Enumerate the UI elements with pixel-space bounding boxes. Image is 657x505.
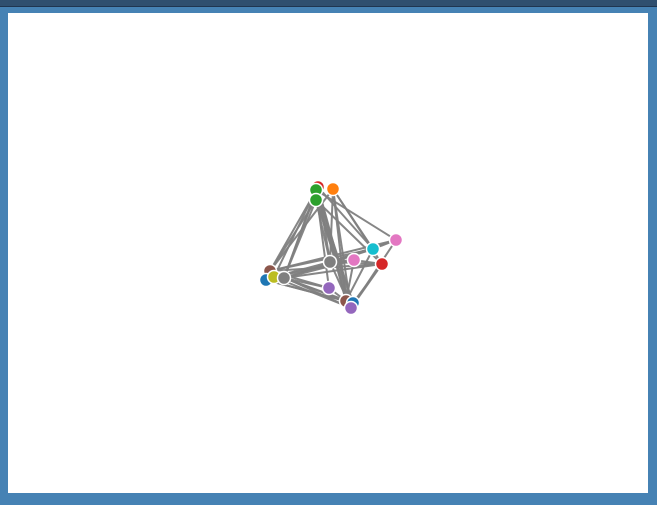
network-graph[interactable] [8, 13, 648, 493]
window-frame [0, 0, 657, 505]
graph-node[interactable] [365, 241, 381, 257]
graph-node[interactable] [276, 270, 292, 286]
graph-node[interactable] [343, 300, 359, 316]
graph-edge [269, 199, 317, 272]
graph-node[interactable] [325, 181, 341, 197]
window-top-bar [0, 0, 657, 7]
graph-edge [352, 263, 383, 304]
graph-node[interactable] [388, 232, 404, 248]
graph-node[interactable] [346, 252, 362, 268]
graph-node[interactable] [308, 192, 324, 208]
graph-node[interactable] [374, 256, 390, 272]
graph-canvas[interactable] [8, 13, 648, 493]
graph-node[interactable] [321, 280, 337, 296]
graph-node[interactable] [322, 254, 338, 270]
